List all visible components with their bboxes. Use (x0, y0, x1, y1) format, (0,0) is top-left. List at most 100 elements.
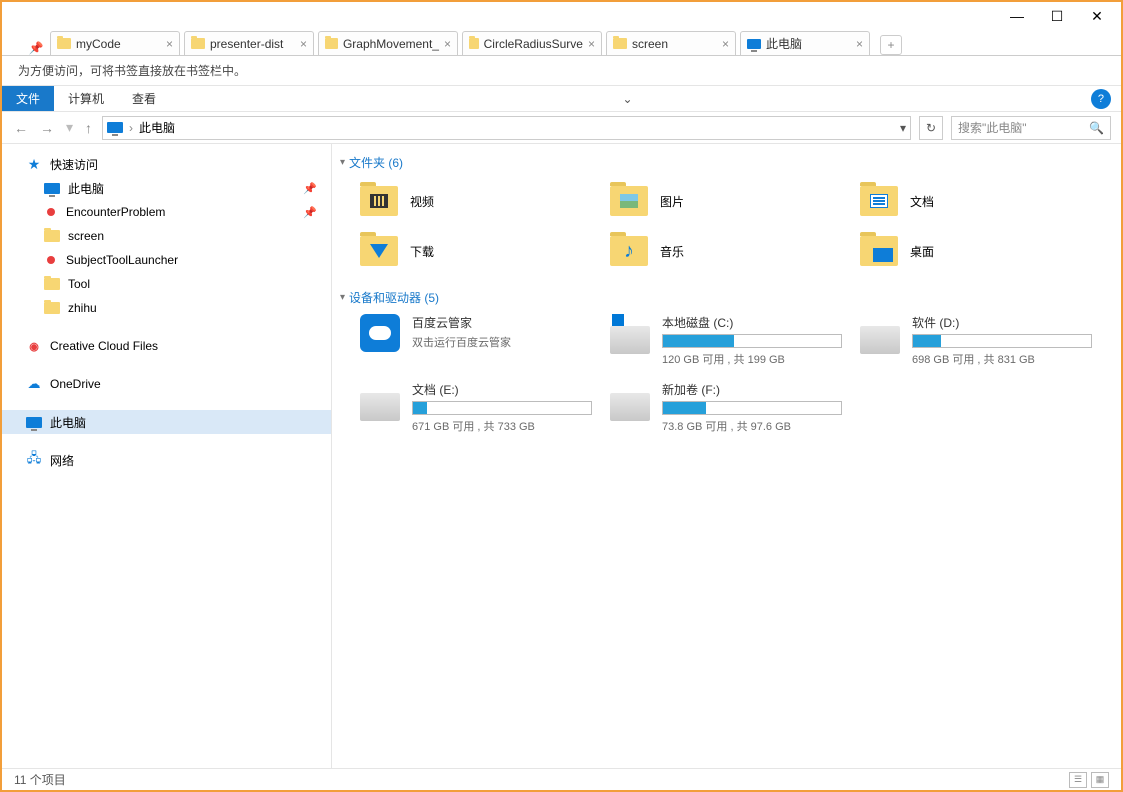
menu-computer[interactable]: 计算机 (54, 90, 118, 107)
network-icon: 🖧 (26, 452, 42, 468)
drive-name: 本地磁盘 (C:) (662, 314, 860, 331)
sidebar-item[interactable]: 此电脑 📌 (2, 176, 331, 200)
address-bar[interactable]: › 此电脑 ▾ (102, 116, 911, 140)
new-tab-button[interactable]: + (880, 35, 902, 55)
search-placeholder: 搜索"此电脑" (958, 119, 1027, 136)
tab-label: CircleRadiusSurve (484, 37, 583, 51)
drive-stat: 671 GB 可用 , 共 733 GB (412, 418, 610, 434)
sidebar-item[interactable]: screen (2, 224, 331, 248)
sidebar-item[interactable]: Tool (2, 272, 331, 296)
tab-this-pc[interactable]: 此电脑 × (740, 31, 870, 55)
breadcrumb[interactable]: 此电脑 (139, 119, 175, 136)
view-icons-button[interactable]: ▦ (1091, 772, 1109, 788)
folder-label: 桌面 (910, 243, 934, 260)
sidebar-onedrive[interactable]: ☁ OneDrive (2, 372, 331, 396)
folder-icon (44, 230, 60, 242)
drive-name: 软件 (D:) (912, 314, 1110, 331)
folder-label: 下载 (410, 243, 434, 260)
help-button[interactable]: ? (1091, 89, 1111, 109)
cloud-icon (360, 314, 400, 352)
sidebar-network[interactable]: 🖧 网络 (2, 448, 331, 472)
drive-icon (610, 393, 650, 421)
drive-icon (360, 393, 400, 421)
drive-item[interactable]: 文档 (E:) 671 GB 可用 , 共 733 GB (360, 381, 610, 434)
sidebar-item-label: 此电脑 (68, 180, 104, 197)
sidebar-creative-cloud[interactable]: ◉ Creative Cloud Files (2, 334, 331, 358)
drive-item[interactable]: 新加卷 (F:)73.8 GB 可用 , 共 97.6 GB (610, 381, 860, 434)
nav-up-button[interactable]: ↑ (83, 120, 94, 136)
tab-folder[interactable]: presenter-dist× (184, 31, 314, 55)
pc-icon (26, 417, 42, 428)
search-input[interactable]: 搜索"此电脑" 🔍 (951, 116, 1111, 140)
sidebar-quick-access[interactable]: ★ 快速访问 (2, 152, 331, 176)
drive-item[interactable]: 本地磁盘 (C:)120 GB 可用 , 共 199 GB (610, 314, 860, 367)
folder-icon (325, 38, 338, 49)
folder-label: 音乐 (660, 243, 684, 260)
drive-baidu-cloud[interactable]: 百度云管家 双击运行百度云管家 (360, 314, 610, 367)
menu-file[interactable]: 文件 (2, 86, 54, 111)
address-dropdown-icon[interactable]: ▾ (900, 121, 906, 135)
sidebar: ★ 快速访问 此电脑 📌 EncounterProblem 📌 screenSubjec… (2, 144, 332, 768)
chevron-down-icon: ▾ (340, 157, 345, 168)
tab-folder[interactable]: GraphMovement_× (318, 31, 458, 55)
tab-bar: 📌 myCode×presenter-dist×GraphMovement_×C… (2, 30, 1121, 56)
sidebar-label: Creative Cloud Files (50, 339, 158, 353)
tab-folder[interactable]: myCode × (50, 31, 180, 55)
nav-forward-button[interactable]: → (38, 120, 56, 136)
minimize-button[interactable]: — (997, 4, 1037, 28)
folder-item[interactable]: 文档 (860, 179, 1110, 223)
tab-close-icon[interactable]: × (300, 37, 307, 51)
tab-close-icon[interactable]: × (722, 37, 729, 51)
drive-stat: 73.8 GB 可用 , 共 97.6 GB (662, 418, 860, 434)
section-drives[interactable]: ▾ 设备和驱动器 (5) (340, 289, 1113, 306)
folder-item[interactable]: 桌面 (860, 229, 1110, 273)
usage-bar (662, 401, 842, 415)
status-text: 11 个项目 (14, 771, 66, 788)
pc-icon (747, 39, 761, 49)
tab-close-icon[interactable]: × (444, 37, 451, 51)
view-details-button[interactable]: ☰ (1069, 772, 1087, 788)
folder-item[interactable]: ♪ 音乐 (610, 229, 860, 273)
folder-icon (44, 278, 60, 290)
app-icon (44, 205, 58, 219)
drive-item[interactable]: 软件 (D:)698 GB 可用 , 共 831 GB (860, 314, 1110, 367)
tab-label: myCode (76, 37, 121, 51)
nav-back-button[interactable]: ← (12, 120, 30, 136)
folder-icon: ♪ (610, 236, 648, 266)
folder-item[interactable]: 图片 (610, 179, 860, 223)
folder-item[interactable]: 下载 (360, 229, 610, 273)
sidebar-item[interactable]: EncounterProblem 📌 (2, 200, 331, 224)
maximize-button[interactable]: ☐ (1037, 4, 1077, 28)
sidebar-item[interactable]: SubjectToolLauncher (2, 248, 331, 272)
folder-icon (191, 38, 205, 49)
sidebar-item-label: EncounterProblem (66, 205, 165, 219)
sidebar-item[interactable]: zhihu (2, 296, 331, 320)
ribbon-collapse-icon[interactable]: ⌄ (622, 92, 632, 106)
folder-label: 图片 (660, 193, 684, 210)
folder-item[interactable]: 视频 (360, 179, 610, 223)
drive-name: 文档 (E:) (412, 381, 610, 398)
sidebar-item-label: Tool (68, 277, 90, 291)
pin-icon: 📌 (303, 182, 317, 195)
tab-close-icon[interactable]: × (166, 37, 173, 51)
pc-icon (107, 122, 123, 133)
pin-icon: 📌 (303, 206, 317, 219)
search-icon: 🔍 (1089, 121, 1104, 135)
titlebar: — ☐ ✕ (2, 2, 1121, 30)
menu-view[interactable]: 查看 (118, 90, 170, 107)
section-folders[interactable]: ▾ 文件夹 (6) (340, 154, 1113, 171)
drive-icon (610, 326, 650, 354)
refresh-button[interactable]: ↻ (919, 116, 943, 140)
sidebar-this-pc[interactable]: 此电脑 (2, 410, 331, 434)
tab-folder[interactable]: CircleRadiusSurve × (462, 31, 602, 55)
tab-close-icon[interactable]: × (856, 37, 863, 51)
nav-recent-icon[interactable]: ▾ (64, 119, 75, 136)
tab-close-icon[interactable]: × (588, 37, 595, 51)
folder-icon (610, 186, 648, 216)
close-button[interactable]: ✕ (1077, 4, 1117, 28)
section-label: 设备和驱动器 (5) (349, 289, 439, 306)
drive-name: 百度云管家 (412, 314, 610, 331)
tab-folder[interactable]: screen× (606, 31, 736, 55)
usage-bar (662, 334, 842, 348)
folder-icon (469, 38, 479, 49)
